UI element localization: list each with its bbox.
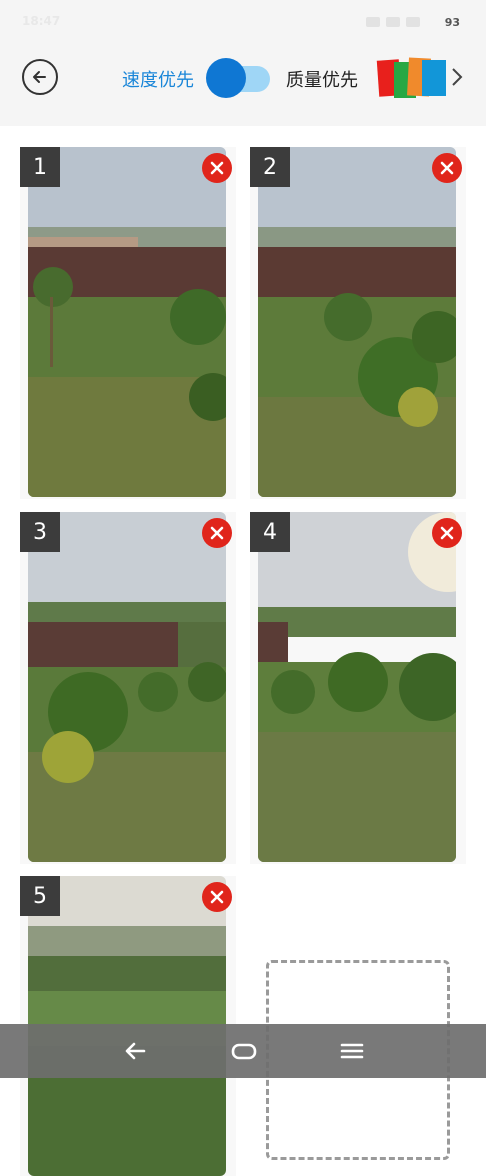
- system-nav-bar: [0, 1024, 486, 1078]
- photo-index-badge: 1: [20, 147, 60, 187]
- back-button[interactable]: [22, 59, 58, 95]
- photo-card[interactable]: 4: [250, 512, 466, 864]
- status-time: 18:47: [22, 14, 61, 28]
- photo-thumbnail[interactable]: [258, 147, 456, 497]
- photo-thumbnail[interactable]: [28, 147, 226, 497]
- close-icon: [210, 526, 224, 540]
- photo-card[interactable]: 1: [20, 147, 236, 499]
- status-bar: 18:47 93: [0, 0, 486, 44]
- photo-thumbnail[interactable]: [28, 512, 226, 862]
- photo-grid: 1 2 3 4 5: [0, 126, 486, 1176]
- photo-card[interactable]: 2: [250, 147, 466, 499]
- photo-thumbnail[interactable]: [258, 512, 456, 862]
- nav-menu-icon[interactable]: [338, 1038, 366, 1064]
- battery-level: 93: [444, 16, 460, 29]
- delete-photo-button[interactable]: [202, 882, 232, 912]
- close-icon: [440, 161, 454, 175]
- nav-home-icon[interactable]: [230, 1038, 258, 1064]
- photo-index-badge: 4: [250, 512, 290, 552]
- delete-photo-button[interactable]: [432, 153, 462, 183]
- close-icon: [210, 161, 224, 175]
- header-bar: 速度优先 质量优先: [0, 44, 486, 126]
- nav-back-icon[interactable]: [122, 1038, 150, 1064]
- arrow-left-icon: [33, 71, 46, 83]
- chevron-right-icon[interactable]: [450, 66, 464, 88]
- mode-toggle[interactable]: [206, 58, 270, 98]
- close-icon: [440, 526, 454, 540]
- quality-priority-label[interactable]: 质量优先: [286, 66, 358, 92]
- close-icon: [210, 890, 224, 904]
- delete-photo-button[interactable]: [202, 518, 232, 548]
- photo-index-badge: 3: [20, 512, 60, 552]
- photo-card[interactable]: 3: [20, 512, 236, 864]
- toggle-knob: [206, 58, 246, 98]
- photo-index-badge: 5: [20, 876, 60, 916]
- photo-index-badge: 2: [250, 147, 290, 187]
- quality-stack-icon[interactable]: [376, 56, 450, 100]
- delete-photo-button[interactable]: [202, 153, 232, 183]
- speed-priority-label[interactable]: 速度优先: [122, 66, 194, 92]
- delete-photo-button[interactable]: [432, 518, 462, 548]
- status-icons: [366, 16, 436, 28]
